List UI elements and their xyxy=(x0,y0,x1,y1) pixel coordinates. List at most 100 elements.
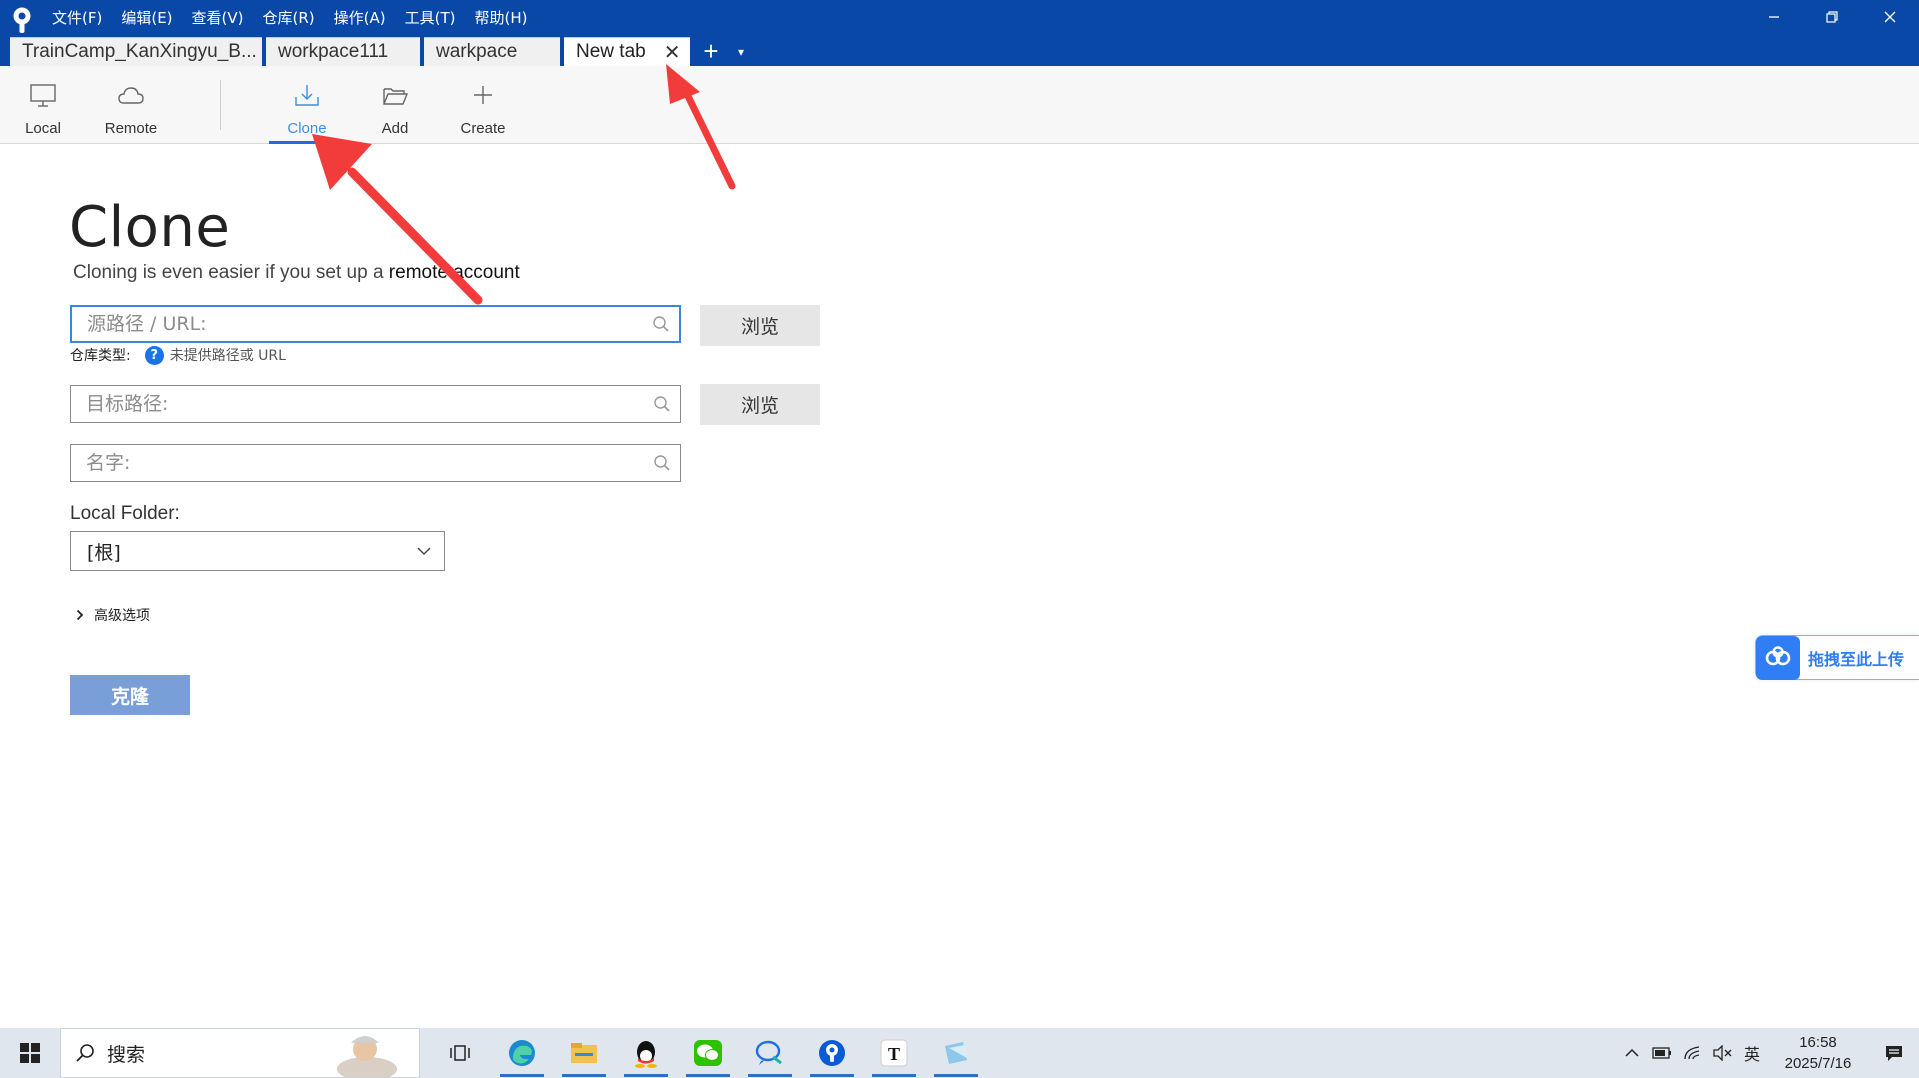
minimize-icon xyxy=(1769,16,1779,18)
tab-workpace111[interactable]: workpace111 xyxy=(266,37,420,66)
toolbar-create-label: Create xyxy=(460,120,506,137)
sourcetree-logo-icon xyxy=(13,7,31,33)
menu-edit[interactable]: 编辑(E) xyxy=(121,7,172,28)
menu-help[interactable]: 帮助(H) xyxy=(474,7,527,28)
system-tray: 英 16:58 2025/7/16 xyxy=(1617,1028,1919,1078)
qq-icon[interactable] xyxy=(620,1028,672,1078)
close-icon xyxy=(1884,11,1896,23)
search-icon xyxy=(643,306,679,342)
local-folder-select[interactable]: [根] xyxy=(70,531,445,571)
repo-type-row: 仓库类型: ? 未提供路径或 URL xyxy=(70,345,286,365)
tab-strip: TrainCamp_KanXingyu_B... workpace111 war… xyxy=(10,36,756,66)
search-icon xyxy=(76,1044,94,1062)
tab-traincamp[interactable]: TrainCamp_KanXingyu_B... xyxy=(10,37,262,66)
search-icon xyxy=(644,386,680,422)
repo-type-value: 未提供路径或 URL xyxy=(169,348,286,364)
toolbar-clone-button[interactable]: Clone xyxy=(267,66,347,144)
download-icon xyxy=(295,85,319,106)
repository-toolbar: Local Remote Clone Add Create xyxy=(0,66,1919,144)
minimize-button[interactable] xyxy=(1745,0,1803,34)
tab-close-icon[interactable]: ✕ xyxy=(664,40,681,65)
menu-view[interactable]: 查看(V) xyxy=(192,7,244,28)
title-bar: 文件(F) 编辑(E) 查看(V) 仓库(R) 操作(A) 工具(T) 帮助(H… xyxy=(0,0,1919,66)
source-url-field[interactable] xyxy=(70,305,681,343)
edge-icon[interactable] xyxy=(496,1028,548,1078)
local-folder-value: [根] xyxy=(87,541,121,564)
toolbar-separator xyxy=(220,80,221,130)
name-input[interactable] xyxy=(71,445,644,481)
menu-actions[interactable]: 操作(A) xyxy=(334,7,386,28)
windows-taskbar: 搜索 T 英 16:58 2025/7/16 xyxy=(0,1028,1919,1078)
local-folder-label: Local Folder: xyxy=(70,503,180,524)
repo-type-label: 仓库类型: xyxy=(70,348,131,364)
toolbar-create-button[interactable]: Create xyxy=(443,66,523,144)
plus-icon xyxy=(474,86,492,104)
taskbar-search-text: 搜索 xyxy=(107,1043,146,1066)
advanced-options-toggle[interactable]: 高级选项 xyxy=(76,605,150,625)
wifi-icon[interactable] xyxy=(1677,1028,1707,1078)
toolbar-local-label: Local xyxy=(25,120,61,137)
browse-target-button[interactable]: 浏览 xyxy=(700,384,820,425)
browse-source-button[interactable]: 浏览 xyxy=(700,305,820,346)
baidu-netdisk-icon xyxy=(1756,635,1800,680)
folder-open-icon xyxy=(383,88,409,105)
taskbar-app-icons: T xyxy=(434,1028,992,1078)
taskbar-clock[interactable]: 16:58 2025/7/16 xyxy=(1773,1032,1863,1074)
clock-date: 2025/7/16 xyxy=(1784,1055,1852,1072)
advanced-options-label: 高级选项 xyxy=(94,608,150,624)
menu-bar: 文件(F) 编辑(E) 查看(V) 仓库(R) 操作(A) 工具(T) 帮助(H… xyxy=(52,0,546,34)
tab-label: TrainCamp_KanXingyu_B... xyxy=(22,41,257,62)
tab-label: warkpace xyxy=(436,41,518,62)
battery-icon[interactable] xyxy=(1647,1028,1677,1078)
tab-warkpace[interactable]: warkpace xyxy=(424,37,560,66)
tab-new-tab[interactable]: New tab ✕ xyxy=(564,37,690,66)
toolbar-add-label: Add xyxy=(381,120,409,137)
monitor-icon xyxy=(30,84,56,107)
toolbar-clone-label: Clone xyxy=(287,120,327,137)
chevron-down-icon xyxy=(417,547,431,555)
file-explorer-icon[interactable] xyxy=(558,1028,610,1078)
toolbar-remote-label: Remote xyxy=(104,120,158,137)
subtitle-text: Cloning is even easier if you set up a xyxy=(73,262,389,283)
svg-text:T: T xyxy=(888,1044,900,1064)
new-tab-plus-icon[interactable]: + xyxy=(696,36,726,66)
clone-submit-button[interactable]: 克隆 xyxy=(70,675,190,715)
notes-icon[interactable] xyxy=(930,1028,982,1078)
chevron-right-icon xyxy=(76,609,84,621)
volume-muted-icon[interactable] xyxy=(1707,1028,1737,1078)
source-url-input[interactable] xyxy=(72,307,643,341)
drag-upload-widget[interactable]: 拖拽至此上传 xyxy=(1755,635,1919,680)
menu-repository[interactable]: 仓库(R) xyxy=(263,7,315,28)
menu-tools[interactable]: 工具(T) xyxy=(405,7,456,28)
taskbar-search-box[interactable]: 搜索 xyxy=(60,1028,420,1078)
windows-logo-icon xyxy=(20,1043,40,1063)
search-highlight-illustration-icon xyxy=(337,1036,397,1077)
chevron-up-icon[interactable] xyxy=(1617,1028,1647,1078)
target-path-field[interactable] xyxy=(70,385,681,423)
remote-account-link[interactable]: remote account xyxy=(389,262,520,283)
toolbar-local-button[interactable]: Local xyxy=(3,66,83,144)
wechat-icon[interactable] xyxy=(682,1028,734,1078)
help-question-icon[interactable]: ? xyxy=(144,345,164,365)
toolbar-add-button[interactable]: Add xyxy=(355,66,435,144)
name-field[interactable] xyxy=(70,444,681,482)
task-view-icon[interactable] xyxy=(434,1028,486,1078)
clone-panel: Clone Cloning is even easier if you set … xyxy=(0,145,1919,1028)
tab-list-chevron-down-icon[interactable]: ▾ xyxy=(726,37,756,66)
search-icon xyxy=(644,445,680,481)
page-subtitle: Cloning is even easier if you set up a r… xyxy=(73,262,520,284)
restore-icon xyxy=(1826,11,1838,23)
tab-label: workpace111 xyxy=(278,41,389,62)
close-window-button[interactable] xyxy=(1861,0,1919,34)
windows-start-button[interactable] xyxy=(0,1028,60,1078)
sourcetree-icon[interactable] xyxy=(806,1028,858,1078)
chat-search-icon[interactable] xyxy=(744,1028,796,1078)
typora-icon[interactable]: T xyxy=(868,1028,920,1078)
menu-file[interactable]: 文件(F) xyxy=(52,7,102,28)
restore-button[interactable] xyxy=(1803,0,1861,34)
toolbar-remote-button[interactable]: Remote xyxy=(91,66,171,144)
notification-center-icon[interactable] xyxy=(1869,1028,1919,1078)
input-language-indicator[interactable]: 英 xyxy=(1737,1028,1767,1078)
target-path-input[interactable] xyxy=(71,386,644,422)
window-controls xyxy=(1745,0,1919,34)
